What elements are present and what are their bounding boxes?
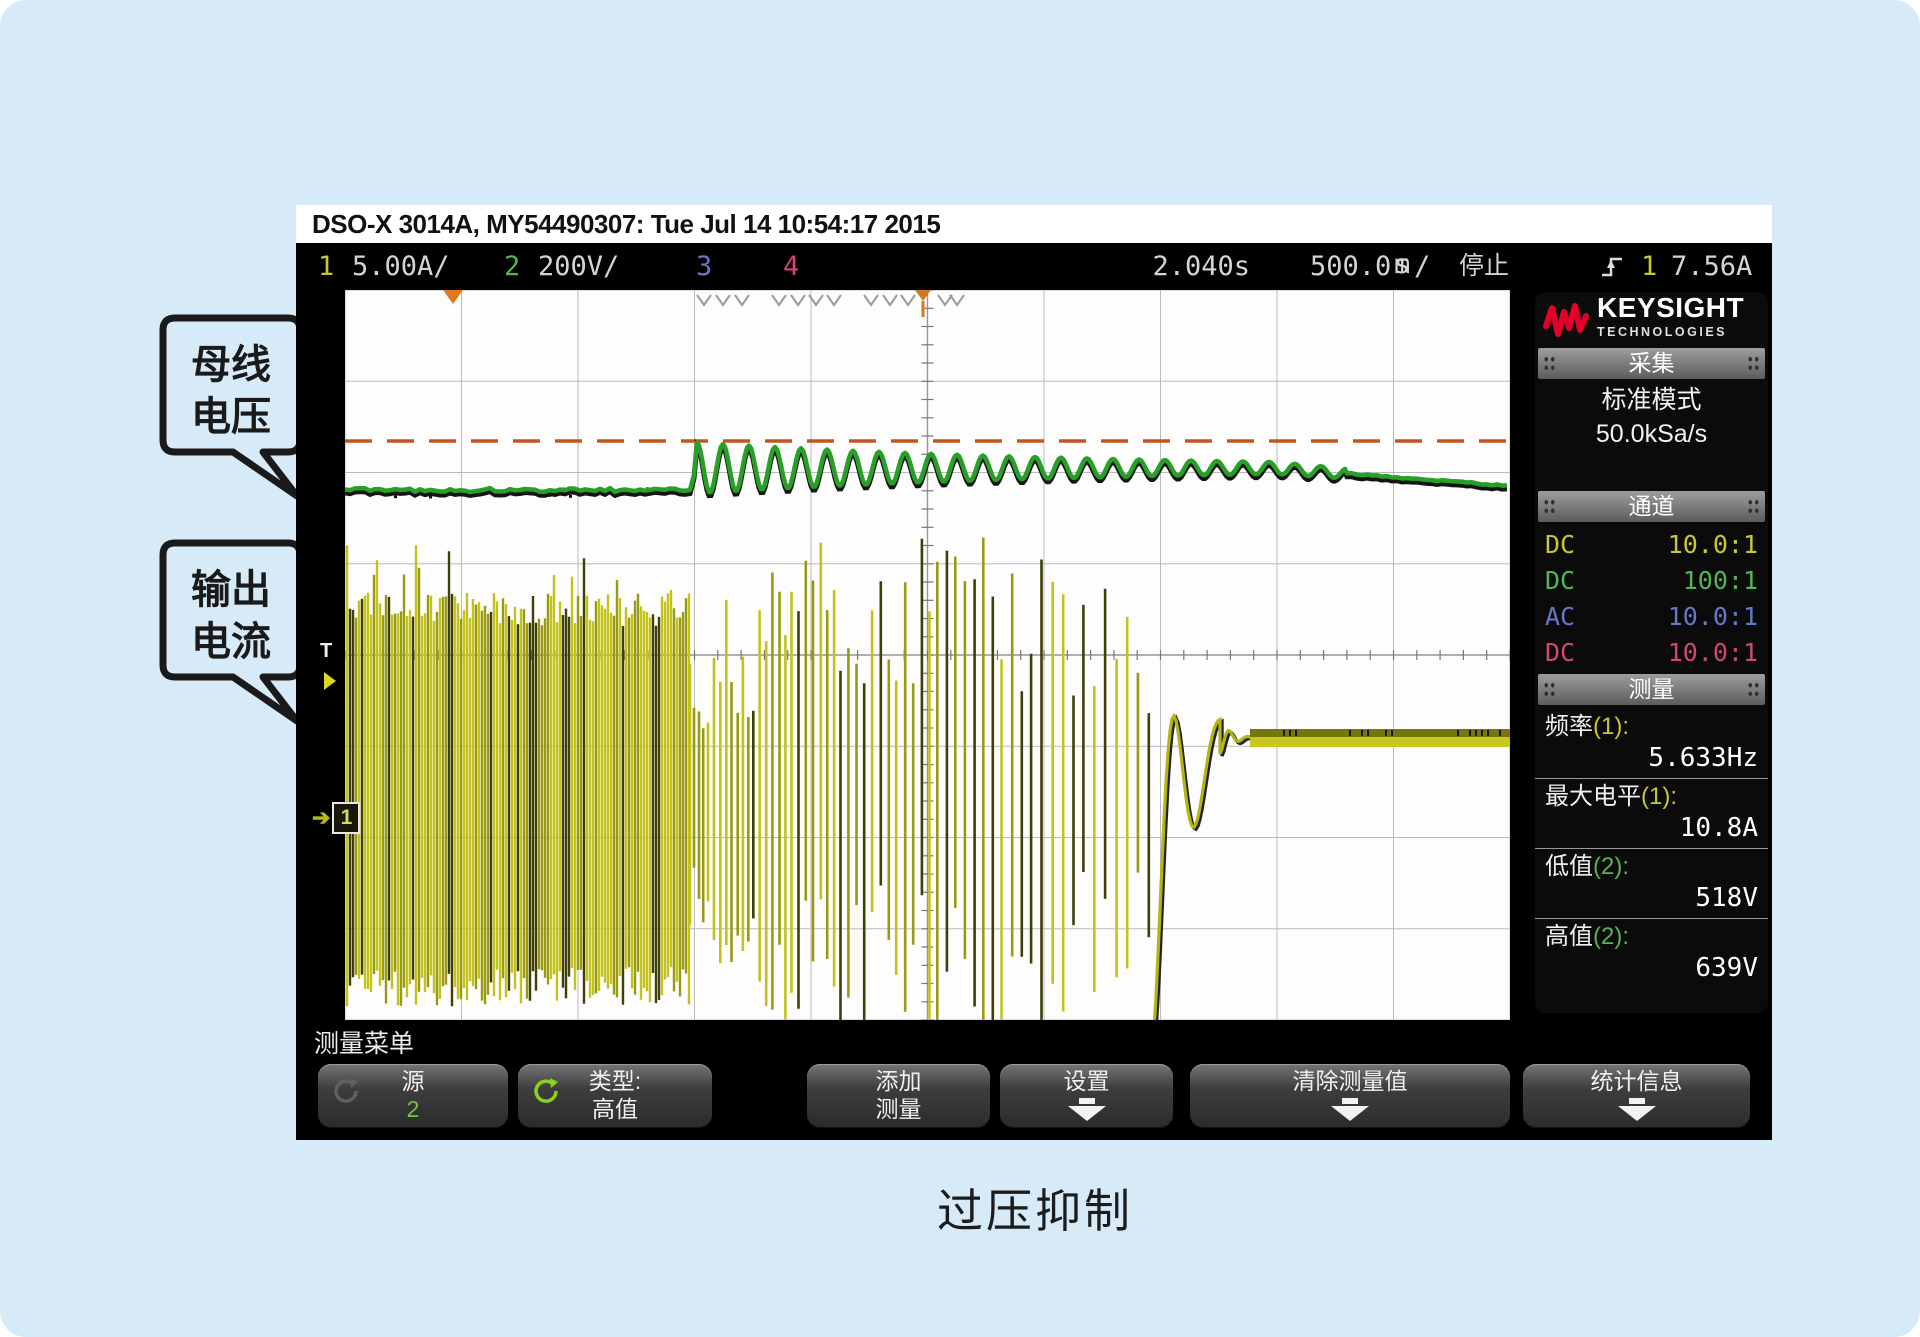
callout-text-line: 母线 [191,343,271,387]
figure-caption: 过压抑制 [937,1175,1133,1241]
brand-text: KEYSIGHT TECHNOLOGIES [1597,296,1744,344]
down-arrow-icon [1629,1098,1645,1104]
softkey-add-measurement[interactable]: 添加 测量 [807,1064,990,1128]
section-header-channels: 通道 [1538,491,1765,522]
channel-row: DC100:1 [1535,562,1768,598]
channel3-number: 3 [696,243,712,290]
section-header-acquisition: 采集 [1538,348,1765,379]
callout-text-line: 输出 [191,568,271,612]
measurement-row: 高值(2): 639V [1535,918,1768,988]
run-state: 停止 [1459,243,1509,290]
grip-icon [1747,681,1760,698]
trigger-edge-icon [1599,253,1625,281]
grip-icon [1747,498,1760,515]
down-arrow-icon [1331,1106,1369,1121]
cycle-icon [330,1076,360,1106]
waveform-plot [345,290,1510,1020]
channel4-number: 4 [783,243,799,290]
scope-status-bar: 1 5.00A/ 2 200V/ 3 4 2.040s 500.0 ms / 停… [296,243,1772,290]
channel2-number: 2 [504,243,520,290]
time-position: 2.040s [1086,243,1250,290]
down-arrow-icon [1618,1106,1656,1121]
ground-arrow-icon: ➔ [312,805,330,831]
channel2-scale: 200V/ [538,243,619,290]
keysight-spark-icon [1543,300,1589,340]
menu-title: 测量菜单 [314,1024,414,1060]
scope-title-bar: DSO-X 3014A, MY54490307: Tue Jul 14 10:5… [296,205,1772,243]
softkey-type[interactable]: 类型: 高值 [518,1064,712,1128]
right-info-panel: KEYSIGHT TECHNOLOGIES 采集 标准模式 50.0kSa/s … [1535,292,1768,1013]
callout-text-line: 电压 [191,395,271,439]
softkey-settings[interactable]: 设置 [1000,1064,1173,1128]
channel-row: DC10.0:1 [1535,526,1768,562]
acquisition-mode: 标准模式 [1535,383,1768,417]
sample-rate: 50.0kSa/s [1535,417,1768,451]
channel-row: DC10.0:1 [1535,634,1768,670]
softkey-menu-bar: 测量菜单 源 2 类型: 高值 添加 测量 [296,1020,1772,1140]
down-arrow-icon [1342,1098,1358,1104]
timebase-value: 500.0 [1310,243,1391,290]
down-arrow-icon [1079,1098,1095,1104]
cycle-icon [530,1076,560,1106]
section-header-measurements: 测量 [1538,674,1765,705]
channel-row: AC10.0:1 [1535,598,1768,634]
page-background: 母线 电压 输出 电流 DSO-X 3014A, MY54490307: Tue… [0,0,1920,1337]
grip-icon [1543,498,1556,515]
channel1-number: 1 [318,243,334,290]
softkey-statistics[interactable]: 统计信息 [1523,1064,1750,1128]
measurement-row: 频率(1): 5.633Hz [1535,709,1768,778]
callout-text-line: 电流 [191,620,271,664]
softkey-source[interactable]: 源 2 [318,1064,508,1128]
trigger-level: 7.56A [1671,243,1751,290]
channel1-ground-label: 1 [332,802,360,834]
grip-icon [1543,681,1556,698]
measurement-row: 低值(2): 518V [1535,848,1768,918]
softkey-clear-measurements[interactable]: 清除测量值 [1190,1064,1510,1128]
timebase-slash: / [1414,243,1430,290]
trigger-level-marker-label: T [320,640,332,663]
measurement-row: 最大电平(1): 10.8A [1535,778,1768,848]
channel1-ground-marker: ➔ 1 [312,802,360,834]
keysight-logo: KEYSIGHT TECHNOLOGIES [1535,292,1768,344]
down-arrow-icon [1068,1106,1106,1121]
waveform-main-area: T ➔ 1 KEYSIGHT TECHNOLOGIES [296,290,1772,1020]
channel1-scale: 5.00A/ [352,243,450,290]
trigger-level-arrow-icon [324,672,336,690]
oscilloscope-screenshot: DSO-X 3014A, MY54490307: Tue Jul 14 10:5… [296,205,1772,1140]
trigger-channel: 1 [1641,243,1657,290]
grip-icon [1747,355,1760,372]
grip-icon [1543,355,1556,372]
